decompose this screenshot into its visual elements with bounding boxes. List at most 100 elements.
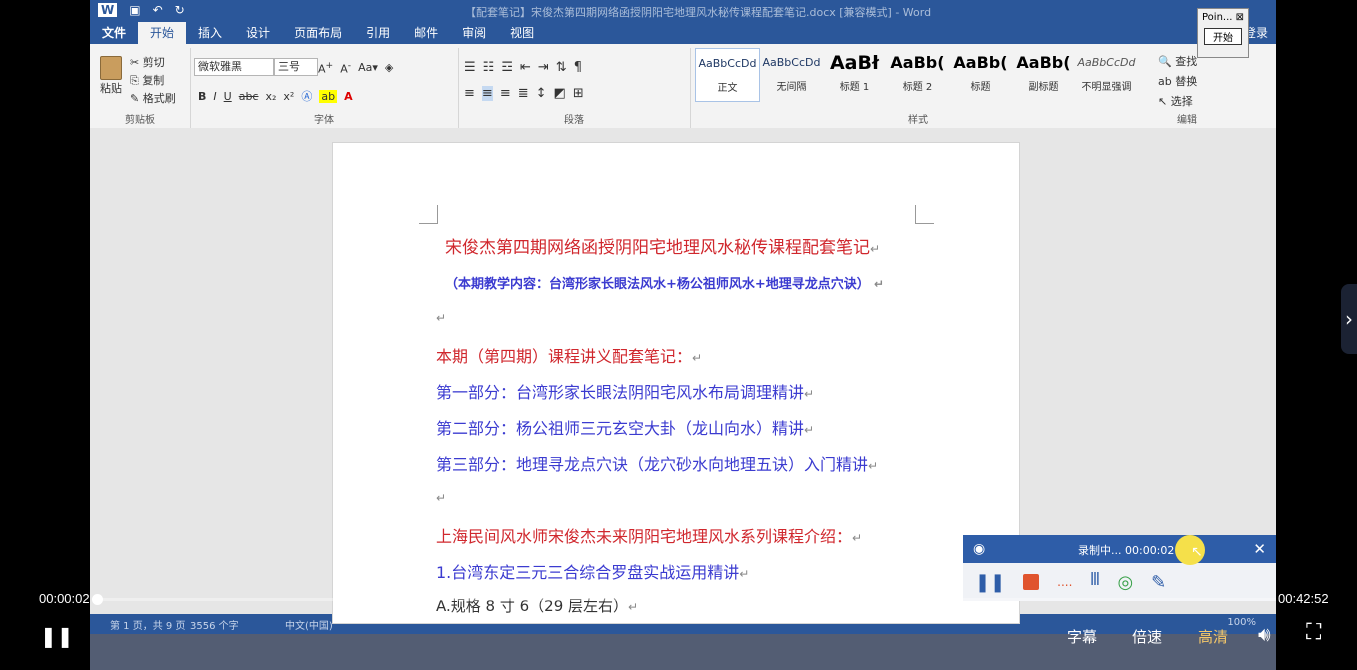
cut-button[interactable]: ✂ 剪切 (130, 54, 176, 72)
style-subtle-emphasis[interactable]: AaBbCcDd 不明显强调 (1075, 48, 1138, 102)
align-center-icon[interactable]: ≡ (481, 86, 493, 101)
style-heading1[interactable]: AaBł 标题 1 (823, 48, 886, 102)
pause-recording-icon[interactable]: ❚❚ (975, 572, 1005, 593)
shrink-font-icon[interactable]: A- (340, 60, 351, 76)
font-group-label: 字体 (314, 115, 334, 126)
clear-format-icon[interactable]: ◈ (385, 61, 393, 74)
fullscreen-icon[interactable]: ⛶ (1306, 620, 1321, 645)
decrease-indent-icon[interactable]: ⇤ (520, 60, 531, 75)
increase-indent-icon[interactable]: ⇥ (538, 60, 549, 75)
notes-heading: 本期（第四期）课程讲义配套笔记：↵ (436, 347, 703, 366)
cursor-icon: ↖ (1158, 95, 1168, 108)
style-subtitle[interactable]: AaBb( 副标题 (1012, 48, 1075, 102)
total-time: 00:42:52 (1278, 591, 1329, 606)
replace-button[interactable]: ab 替换 (1158, 72, 1197, 92)
change-case-icon[interactable]: Aa▾ (358, 61, 378, 74)
webcam-icon[interactable]: ◎ (1117, 572, 1133, 593)
tab-layout[interactable]: 页面布局 (282, 22, 354, 44)
ribbon-tabs: 文件 开始 插入 设计 页面布局 引用 邮件 审阅 视图 (90, 22, 1276, 44)
text-effects-icon[interactable]: Ⓐ (301, 88, 312, 104)
close-icon[interactable]: ✕ (1253, 540, 1266, 558)
borders-icon[interactable]: ⊞ (573, 86, 584, 101)
tab-review[interactable]: 审阅 (450, 22, 498, 44)
show-marks-icon[interactable]: ¶ (574, 60, 582, 75)
mouse-pointer-icon: ↖ (1191, 544, 1203, 560)
tab-insert[interactable]: 插入 (186, 22, 234, 44)
recording-status: 录制中... 00:00:02 (1078, 544, 1175, 557)
player-controls: ❚❚ 字幕 倍速 高清 🔊︎ ⛶ (0, 618, 1357, 670)
draw-pen-icon[interactable]: ✎ (1151, 572, 1166, 593)
clipboard-group-label: 剪贴板 (125, 115, 155, 126)
font-name-select[interactable]: 微软雅黑 (194, 58, 274, 76)
grow-font-icon[interactable]: A+ (318, 60, 333, 76)
align-right-icon[interactable]: ≡ (500, 86, 511, 101)
style-title[interactable]: AaBb( 标题 (949, 48, 1012, 102)
part-two: 第二部分：杨公祖师三元玄空大卦（龙山向水）精讲↵ (436, 419, 815, 438)
tab-home[interactable]: 开始 (138, 22, 187, 44)
underline-icon[interactable]: U (224, 90, 232, 103)
italic-icon[interactable]: I (213, 90, 216, 103)
tab-references[interactable]: 引用 (354, 22, 402, 44)
save-icon[interactable]: ▣ (129, 3, 140, 17)
font-color-icon[interactable]: A (344, 90, 353, 103)
line-spacing-icon[interactable]: ↕ (536, 86, 547, 101)
intro-heading: 上海民间风水师宋俊杰未来阴阳宅地理风水系列课程介绍：↵ (436, 527, 863, 546)
progress-bar[interactable] (91, 594, 1276, 605)
bullets-icon[interactable]: ☰ (464, 60, 476, 75)
tab-file[interactable]: 文件 (90, 22, 139, 44)
part-three: 第三部分：地理寻龙点穴诀（龙穴砂水向地理五诀）入门精讲↵ (436, 455, 879, 474)
strikethrough-icon[interactable]: abc (239, 90, 259, 103)
speed-button[interactable]: 倍速 (1132, 626, 1162, 647)
tab-mailings[interactable]: 邮件 (402, 22, 450, 44)
current-time: 00:00:02 (39, 591, 90, 606)
style-heading2[interactable]: AaBb( 标题 2 (886, 48, 949, 102)
redo-icon[interactable]: ↻ (175, 3, 185, 17)
pointofix-start-button[interactable]: 开始 (1204, 28, 1242, 45)
progress-knob[interactable] (91, 594, 103, 605)
tab-view[interactable]: 视图 (498, 22, 546, 44)
pointofix-window: Poin... ⊠ 开始 (1197, 8, 1249, 58)
justify-icon[interactable]: ≣ (518, 86, 529, 101)
editing-group: 🔍 查找 ab 替换 ↖ 选择 编辑 (1152, 48, 1222, 128)
volume-icon[interactable]: 🔊︎ (1258, 622, 1271, 646)
paste-button[interactable]: 粘贴 (98, 56, 124, 100)
format-painter-button[interactable]: ✎ 格式刷 (130, 90, 176, 108)
styles-group-label: 样式 (908, 115, 928, 126)
bold-icon[interactable]: B (198, 90, 206, 103)
quality-button[interactable]: 高清 (1198, 626, 1228, 647)
numbering-icon[interactable]: ☷ (483, 60, 495, 75)
sort-icon[interactable]: ⇅ (556, 60, 567, 75)
camera-icon: ◉ (973, 541, 986, 557)
align-left-icon[interactable]: ≡ (464, 86, 475, 101)
stop-recording-icon[interactable] (1023, 574, 1040, 590)
next-arrow-icon[interactable]: › (1341, 284, 1357, 354)
subtitle-button[interactable]: 字幕 (1067, 626, 1097, 647)
highlight-icon[interactable]: ab (319, 89, 338, 103)
brush-icon: ✎ (130, 92, 140, 105)
font-size-select[interactable]: 三号 (274, 58, 318, 76)
undo-icon[interactable]: ↶ (153, 3, 163, 17)
pause-icon[interactable]: ❚❚ (40, 624, 74, 648)
paragraph-group: ☰ ☷ ☲ ⇤ ⇥ ⇅ ¶ ≡ ≡ ≡ ≣ ↕ ◩ ⊞ 段落 (458, 48, 691, 128)
document-page: 宋俊杰第四期网络函授阴阳宅地理风水秘传课程配套笔记↵ （本期教学内容：台湾形家长… (332, 142, 1020, 624)
style-normal[interactable]: AaBbCcDd 正文 (695, 48, 760, 102)
tab-design[interactable]: 设计 (234, 22, 282, 44)
part-one: 第一部分：台湾形家长眼法阴阳宅风水布局调理精讲↵ (436, 383, 815, 402)
document-subtitle: （本期教学内容：台湾形家长眼法风水+杨公祖师风水+地理寻龙点穴诀） ↵ (445, 277, 885, 292)
multilevel-list-icon[interactable]: ☲ (501, 60, 513, 75)
superscript-icon[interactable]: x² (283, 90, 294, 103)
binoculars-icon: 🔍 (1158, 55, 1172, 68)
ribbon: 粘贴 ✂ 剪切 ⎘ 复制 ✎ 格式刷 剪贴板 微软雅黑 三号 A+ A- Aa▾… (90, 44, 1276, 129)
paragraph-mark: ↵ (436, 491, 447, 505)
find-button[interactable]: 🔍 查找 (1158, 52, 1197, 72)
styles-gallery: AaBbCcDd 正文 AaBbCcDd 无间隔 AaBł 标题 1 AaBb(… (695, 48, 1141, 102)
subscript-icon[interactable]: x₂ (265, 90, 276, 103)
style-no-spacing[interactable]: AaBbCcDd 无间隔 (760, 48, 823, 102)
select-button[interactable]: ↖ 选择 (1158, 92, 1197, 112)
shading-icon[interactable]: ◩ (554, 86, 566, 101)
paste-icon (100, 56, 122, 80)
mic-icon[interactable]: 𝍫 (1090, 567, 1099, 597)
close-icon[interactable]: ⊠ (1236, 12, 1244, 23)
copy-button[interactable]: ⎘ 复制 (130, 72, 176, 90)
word-logo-icon: W (98, 3, 118, 17)
